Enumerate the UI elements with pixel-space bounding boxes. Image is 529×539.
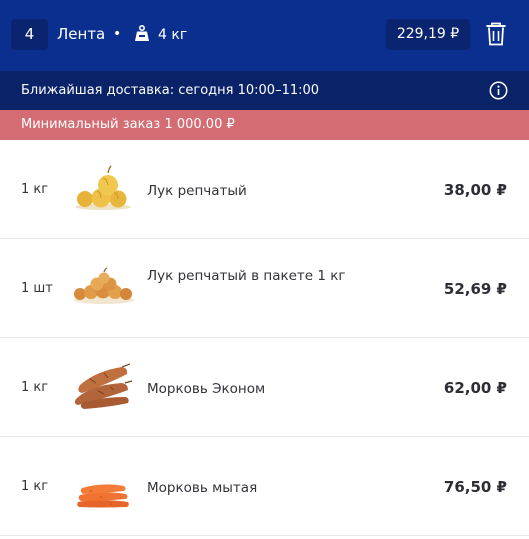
total-price-badge: 229,19 ₽ <box>386 19 470 50</box>
cart-item[interactable]: 1 кг Лук репчатый 38,00 ₽ <box>0 140 529 239</box>
item-name: Лук репчатый в пакете 1 кг <box>147 268 346 284</box>
weight-icon <box>135 25 149 41</box>
item-price: 62,00 ₽ <box>443 379 507 397</box>
min-order-text: Минимальный заказ 1 000.00 ₽ <box>21 117 235 132</box>
separator-dot: • <box>113 26 122 42</box>
delivery-bar: Ближайшая доставка: сегодня 10:00–11:00 <box>0 71 529 110</box>
item-name: Лук репчатый <box>147 183 247 199</box>
onion-bag-image <box>74 267 134 304</box>
item-quantity: 1 шт <box>21 281 53 296</box>
item-price: 76,50 ₽ <box>443 478 507 496</box>
total-weight: 4 кг <box>158 27 188 43</box>
item-price: 52,69 ₽ <box>443 280 507 298</box>
cart-header: 4 Лента • 4 кг 229,19 ₽ <box>0 0 529 71</box>
info-icon[interactable] <box>489 81 508 100</box>
cart-item[interactable]: 1 кг Морковь Эконом 62,00 ₽ <box>0 338 529 437</box>
item-price: 38,00 ₽ <box>443 181 507 199</box>
item-quantity: 1 кг <box>21 479 49 494</box>
cart-item[interactable]: 1 шт Лук репчатый в пакете 1 кг 52,69 ₽ <box>0 239 529 338</box>
items-count-badge: 4 <box>11 19 48 50</box>
delivery-time-text: Ближайшая доставка: сегодня 10:00–11:00 <box>21 83 320 98</box>
item-name: Морковь мытая <box>147 480 258 496</box>
trash-icon[interactable] <box>485 22 507 46</box>
cart-item[interactable]: 1 кг Морковь мытая 76,50 ₽ <box>0 437 529 536</box>
carrot-image <box>74 363 133 409</box>
min-order-bar: Минимальный заказ 1 000.00 ₽ <box>0 110 529 140</box>
item-quantity: 1 кг <box>21 182 49 197</box>
carrot-image <box>77 484 129 508</box>
item-name: Морковь Эконом <box>147 381 266 397</box>
item-quantity: 1 кг <box>21 380 49 395</box>
store-name: Лента <box>57 25 106 43</box>
onion-image <box>75 165 131 210</box>
